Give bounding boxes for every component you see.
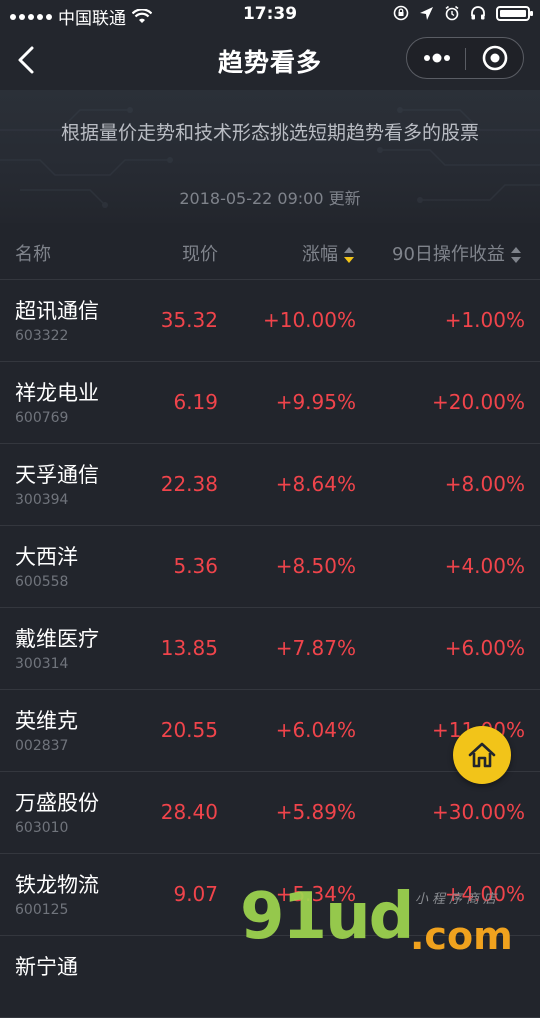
battery-icon <box>496 5 533 21</box>
stock-change: +8.64% <box>275 472 356 496</box>
update-timestamp: 2018-05-22 09:00 更新 <box>179 189 361 208</box>
home-icon <box>468 742 496 768</box>
watermark-logo-text: 91ud <box>240 880 414 954</box>
stock-code: 600769 <box>15 410 69 426</box>
stock-row[interactable]: 万盛股份 603010 28.40 +5.89% +30.00% <box>0 772 540 854</box>
header-name: 名称 <box>15 244 51 265</box>
rotation-lock-icon <box>393 5 409 21</box>
stock-name: 超讯通信 <box>15 299 99 323</box>
stock-price: 22.38 <box>160 472 218 496</box>
sort-icon <box>344 247 354 263</box>
stock-return: +30.00% <box>431 800 525 824</box>
stock-change: +6.04% <box>275 718 356 742</box>
stock-name: 英维克 <box>15 709 78 733</box>
stock-return: +8.00% <box>444 472 525 496</box>
sort-by-change-button[interactable]: 涨幅 <box>302 240 354 266</box>
stock-price: 9.07 <box>173 882 218 906</box>
strategy-description: 根据量价走势和技术形态挑选短期趋势看多的股票 <box>60 122 479 144</box>
stock-name: 天孚通信 <box>15 463 99 487</box>
stock-name: 新宁通 <box>15 955 78 979</box>
alarm-icon <box>445 5 459 21</box>
status-right <box>393 5 533 21</box>
more-dots-icon <box>424 53 450 63</box>
status-bar: 中国联通 17:39 <box>0 0 540 30</box>
stock-code: 600558 <box>15 574 69 590</box>
stock-change: +5.89% <box>275 800 356 824</box>
home-button[interactable] <box>453 726 511 784</box>
stock-price: 35.32 <box>160 308 218 332</box>
stock-row[interactable]: 戴维医疗 300314 13.85 +7.87% +6.00% <box>0 608 540 690</box>
stock-name: 祥龙电业 <box>15 381 99 405</box>
stock-row[interactable]: 祥龙电业 600769 6.19 +9.95% +20.00% <box>0 362 540 444</box>
stock-name: 铁龙物流 <box>15 873 99 897</box>
stock-return: +1.00% <box>444 308 525 332</box>
stock-row[interactable]: 超讯通信 603322 35.32 +10.00% +1.00% <box>0 280 540 362</box>
more-button[interactable] <box>407 38 465 78</box>
mini-program-capsule <box>406 37 524 79</box>
stock-return: +20.00% <box>431 390 525 414</box>
stock-change: +9.95% <box>275 390 356 414</box>
stock-name: 戴维医疗 <box>15 627 99 651</box>
watermark-subtitle: 小程序商店 <box>415 892 501 907</box>
stock-code: 300314 <box>15 656 69 672</box>
sort-by-return-button[interactable]: 90日操作收益 <box>392 240 521 266</box>
stock-price: 13.85 <box>160 636 218 660</box>
stock-change: +7.87% <box>275 636 356 660</box>
watermark: 91ud .com 小程序商店 <box>240 880 530 960</box>
header-change: 涨幅 <box>302 244 338 265</box>
stock-code: 603322 <box>15 328 69 344</box>
stock-name: 万盛股份 <box>15 791 99 815</box>
stock-code: 603010 <box>15 820 69 836</box>
target-close-icon <box>482 45 508 71</box>
stock-price: 28.40 <box>160 800 218 824</box>
header-return90: 90日操作收益 <box>392 244 505 265</box>
stock-change: +10.00% <box>262 308 356 332</box>
stock-return: +6.00% <box>444 636 525 660</box>
stock-row[interactable]: 大西洋 600558 5.36 +8.50% +4.00% <box>0 526 540 608</box>
close-button[interactable] <box>466 38 524 78</box>
headphones-icon <box>471 6 485 20</box>
table-header: 名称 现价 涨幅 90日操作收益 <box>0 223 540 280</box>
watermark-domain: .com <box>410 914 513 958</box>
header-price: 现价 <box>182 244 218 265</box>
stock-code: 002837 <box>15 738 69 754</box>
description-banner: 根据量价走势和技术形态挑选短期趋势看多的股票 2018-05-22 09:00 … <box>0 90 540 223</box>
stock-price: 6.19 <box>173 390 218 414</box>
sort-icon <box>510 247 521 263</box>
stock-return: +4.00% <box>444 554 525 578</box>
stock-change: +8.50% <box>275 554 356 578</box>
stock-code: 600125 <box>15 902 69 918</box>
stock-code: 300394 <box>15 492 69 508</box>
location-icon <box>420 6 433 20</box>
stock-row[interactable]: 天孚通信 300394 22.38 +8.64% +8.00% <box>0 444 540 526</box>
stock-name: 大西洋 <box>15 545 78 569</box>
stock-price: 5.36 <box>173 554 218 578</box>
navigation-bar: 趋势看多 <box>0 30 540 90</box>
stock-price: 20.55 <box>160 718 218 742</box>
